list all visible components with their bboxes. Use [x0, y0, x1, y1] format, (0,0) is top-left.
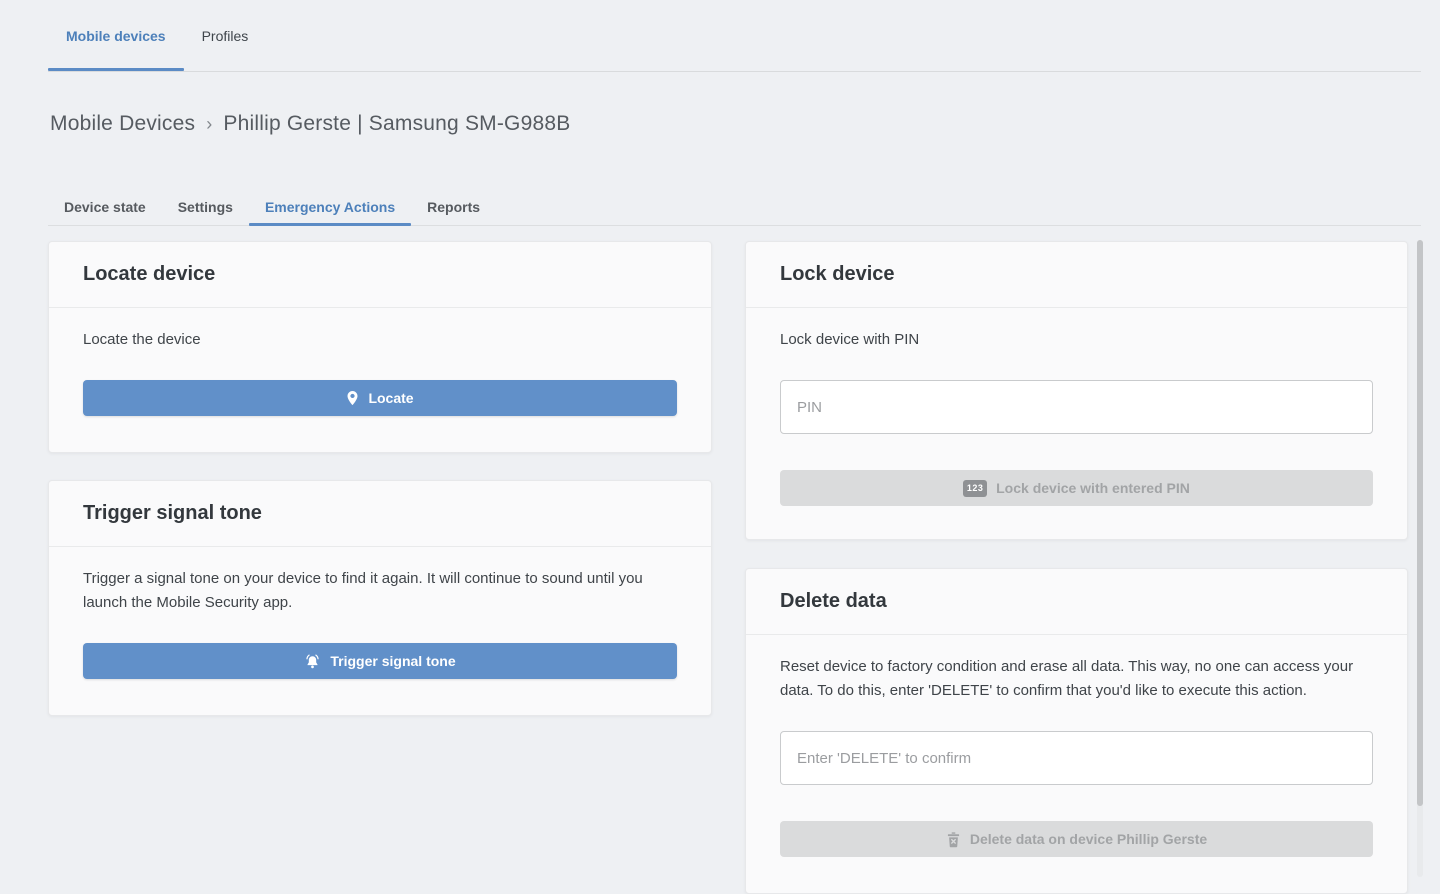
delete-confirm-input[interactable]	[780, 731, 1373, 785]
trigger-signal-tone-card-header: Trigger signal tone	[49, 481, 711, 547]
locate-device-title: Locate device	[83, 263, 215, 286]
trigger-signal-tone-button[interactable]: Trigger signal tone	[83, 643, 677, 679]
trigger-signal-tone-card: Trigger signal tone Trigger a signal ton…	[48, 480, 712, 716]
tab-profiles-label: Profiles	[202, 28, 249, 44]
tab-reports[interactable]: Reports	[411, 188, 496, 225]
scrollbar-track[interactable]	[1417, 240, 1423, 877]
bell-ring-icon	[304, 653, 321, 670]
delete-data-button[interactable]: Delete data on device Phillip Gerste	[780, 821, 1373, 857]
map-pin-icon	[346, 390, 359, 406]
pin-input[interactable]	[780, 380, 1373, 434]
main-tab-bar: Mobile devices Profiles	[48, 0, 1421, 72]
tab-settings[interactable]: Settings	[162, 188, 249, 225]
tab-mobile-devices[interactable]: Mobile devices	[48, 0, 184, 71]
trigger-signal-tone-title: Trigger signal tone	[83, 502, 262, 525]
tab-emergency-actions-label: Emergency Actions	[265, 199, 395, 215]
breadcrumb-current-device: Phillip Gerste | Samsung SM-G988B	[223, 112, 570, 135]
tab-mobile-devices-label: Mobile devices	[66, 28, 166, 44]
lock-device-card-body: Lock device with PIN 123 Lock device wit…	[746, 308, 1407, 506]
delete-data-description: Reset device to factory condition and er…	[780, 655, 1373, 703]
delete-data-title: Delete data	[780, 590, 887, 613]
device-tab-bar: Device state Settings Emergency Actions …	[48, 188, 1421, 226]
tab-device-state-label: Device state	[64, 199, 146, 215]
tab-device-state[interactable]: Device state	[48, 188, 162, 225]
locate-button[interactable]: Locate	[83, 380, 677, 416]
lock-device-button[interactable]: 123 Lock device with entered PIN	[780, 470, 1373, 506]
tab-emergency-actions[interactable]: Emergency Actions	[249, 188, 411, 225]
locate-device-card-header: Locate device	[49, 242, 711, 308]
trigger-signal-tone-description: Trigger a signal tone on your device to …	[83, 567, 677, 615]
tab-reports-label: Reports	[427, 199, 480, 215]
trigger-signal-tone-button-label: Trigger signal tone	[330, 653, 455, 669]
delete-data-card-header: Delete data	[746, 569, 1407, 635]
delete-data-card-body: Reset device to factory condition and er…	[746, 635, 1407, 857]
lock-device-title: Lock device	[780, 263, 895, 286]
breadcrumb-separator-icon: ›	[206, 114, 212, 134]
lock-device-button-label: Lock device with entered PIN	[996, 480, 1190, 496]
tab-settings-label: Settings	[178, 199, 233, 215]
lock-device-description: Lock device with PIN	[780, 328, 1373, 352]
locate-device-card: Locate device Locate the device Locate	[48, 241, 712, 453]
lock-device-card: Lock device Lock device with PIN 123 Loc…	[745, 241, 1408, 540]
delete-data-card: Delete data Reset device to factory cond…	[745, 568, 1408, 894]
lock-device-card-header: Lock device	[746, 242, 1407, 308]
breadcrumb-root[interactable]: Mobile Devices	[50, 112, 195, 135]
locate-device-card-body: Locate the device Locate	[49, 308, 711, 416]
trash-x-icon	[946, 831, 961, 848]
trigger-signal-tone-card-body: Trigger a signal tone on your device to …	[49, 547, 711, 679]
breadcrumb: Mobile Devices › Phillip Gerste | Samsung …	[50, 112, 570, 136]
locate-device-description: Locate the device	[83, 328, 677, 352]
locate-button-label: Locate	[368, 390, 413, 406]
numeric-keypad-icon: 123	[963, 480, 987, 497]
delete-data-button-label: Delete data on device Phillip Gerste	[970, 831, 1207, 847]
scrollbar-thumb[interactable]	[1417, 240, 1423, 806]
tab-profiles[interactable]: Profiles	[184, 0, 267, 71]
